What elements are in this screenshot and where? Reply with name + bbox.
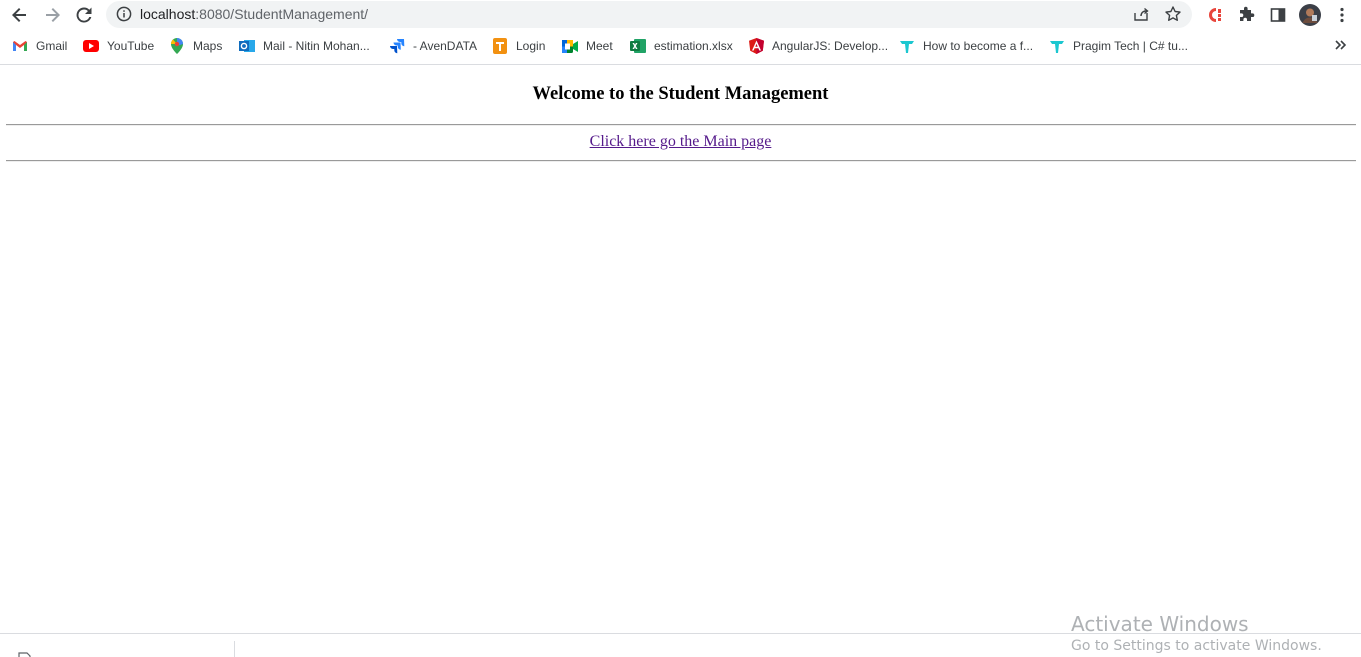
share-icon[interactable] [1132,5,1150,23]
bookmark-label: estimation.xlsx [654,39,733,53]
url-text[interactable]: localhost:8080/StudentManagement/ [140,6,368,22]
bookmark-label: AngularJS: Develop... [772,39,889,53]
login-icon [492,38,508,54]
bookmark-label: Mail - Nitin Mohan... [263,39,370,53]
main-page-link-container: Click here go the Main page [0,133,1361,151]
bookmark-label: Maps [193,39,223,53]
toolbar-divider [0,64,1361,65]
bookmark-youtube[interactable]: YouTube [83,37,154,55]
avatar [1299,4,1321,26]
angular-icon [748,38,764,54]
bookmark-avendata[interactable]: - AvenDATA [389,37,477,55]
colorzilla-icon [1209,8,1221,22]
more-vert-icon [1340,7,1344,23]
bookmark-meet[interactable]: Meet [562,37,613,55]
info-icon[interactable] [116,6,132,22]
arrow-left-icon [12,8,26,22]
youtube-icon [83,38,99,54]
download-bar [0,633,1361,657]
forward-button[interactable] [40,3,64,27]
bookmark-login[interactable]: Login [492,37,545,55]
maps-icon [169,38,185,54]
file-icon[interactable] [18,652,32,657]
bookmark-label: Pragim Tech | C# tu... [1073,39,1188,53]
bottom-divider [234,641,235,657]
menu-button[interactable] [1330,3,1354,27]
browser-toolbar: localhost:8080/StudentManagement/ [0,0,1361,30]
jira-icon [389,38,405,54]
side-panel-button[interactable] [1266,3,1290,27]
meet-icon [562,38,578,54]
pragim-icon [899,38,915,54]
horizontal-rule [6,160,1356,162]
reload-icon [76,7,92,23]
excel-icon [630,38,646,54]
gmail-icon [12,38,28,54]
page-title: Welcome to the Student Management [532,84,829,104]
bookmark-label: How to become a f... [923,39,1034,53]
profile-button[interactable] [1298,3,1322,27]
extension-button[interactable] [1203,3,1227,27]
main-page-link[interactable]: Click here go the Main page [590,133,772,150]
bookmark-how-to-become[interactable]: How to become a f... [899,37,1033,55]
bookmark-label: YouTube [107,39,155,53]
bookmark-angularjs[interactable]: AngularJS: Develop... [748,37,888,55]
bookmark-maps[interactable]: Maps [169,37,222,55]
pragim-icon [1049,38,1065,54]
chevron-double-right-icon[interactable] [1334,38,1348,52]
side-panel-icon [1270,8,1286,22]
horizontal-rule [6,124,1356,126]
star-icon[interactable] [1164,5,1182,23]
back-button[interactable] [8,3,32,27]
bookmark-mail[interactable]: Mail - Nitin Mohan... [239,37,370,55]
url-host: localhost [140,6,196,22]
outlook-icon [239,38,255,54]
bookmark-gmail[interactable]: Gmail [12,37,67,55]
bookmarks-bar: Gmail YouTube Maps Mail - Nitin Mohan...… [0,32,1361,60]
bookmark-label: Login [516,39,546,53]
address-bar[interactable]: localhost:8080/StudentManagement/ [106,1,1192,28]
bookmark-label: Meet [586,39,613,53]
bookmark-estimation[interactable]: estimation.xlsx [630,37,733,55]
bookmark-pragim-tech[interactable]: Pragim Tech | C# tu... [1049,37,1188,55]
bookmark-label: - AvenDATA [413,39,478,53]
extensions-button[interactable] [1234,3,1258,27]
bookmark-label: Gmail [36,39,68,53]
url-path: :8080/StudentManagement/ [195,6,369,22]
arrow-right-icon [46,8,60,22]
puzzle-icon [1240,6,1255,21]
reload-button[interactable] [72,3,96,27]
